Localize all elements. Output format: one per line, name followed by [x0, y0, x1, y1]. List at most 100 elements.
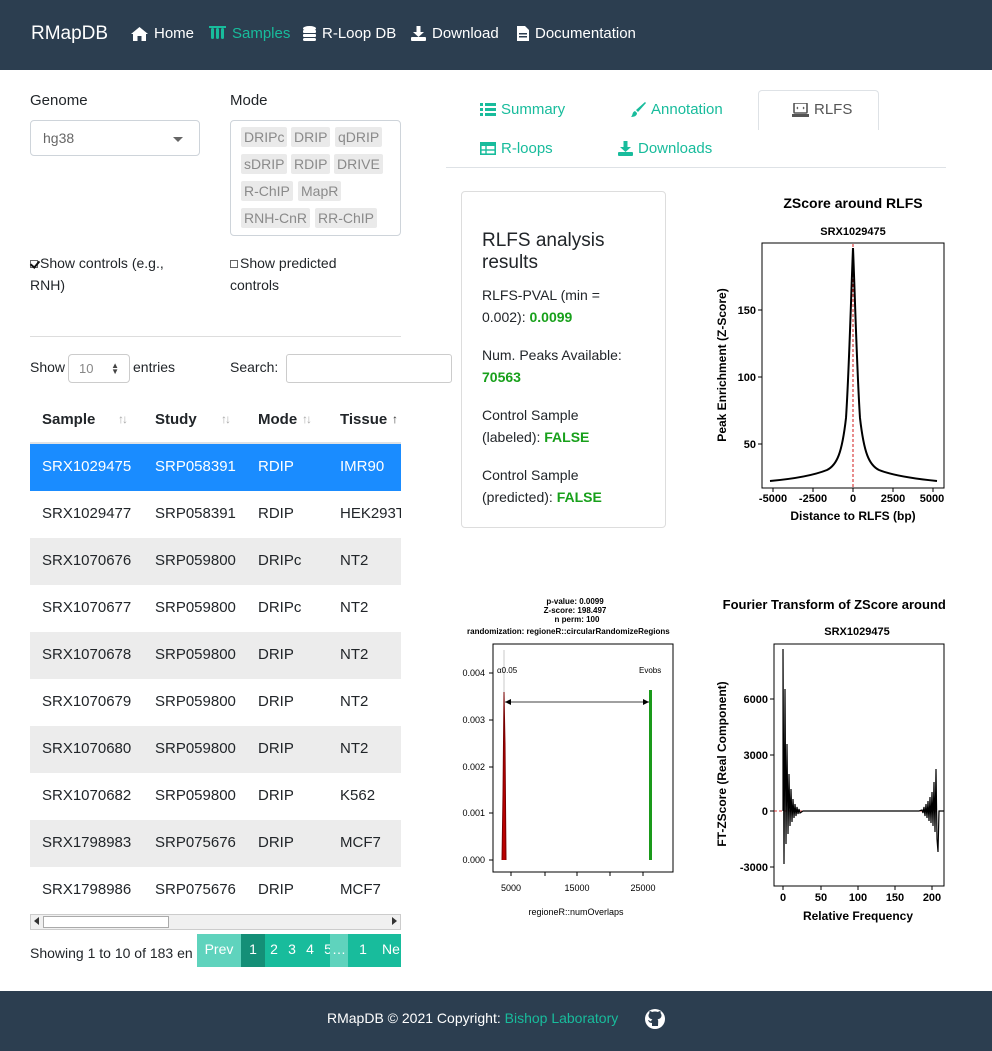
- fourier-xticks: 0 50 100 150 200: [780, 886, 941, 904]
- mode-chip[interactable]: qDRIP: [335, 127, 383, 147]
- cell-study: SRP059800: [155, 740, 236, 757]
- page-length-select[interactable]: 10 ▲ ▼: [68, 354, 130, 383]
- show-controls-checkbox[interactable]: Show controls (e.g., RNH): [30, 252, 164, 296]
- zscore-curve: [769, 247, 938, 482]
- github-icon[interactable]: [645, 1009, 665, 1029]
- table-row[interactable]: SRX1070678 SRP059800 DRIP NT2: [30, 632, 401, 679]
- flask-icon: [209, 26, 226, 39]
- tab-downloads[interactable]: Downloads: [618, 140, 712, 157]
- table-row[interactable]: SRX1070682 SRP059800 DRIP K562: [30, 773, 401, 820]
- cell-study: SRP058391: [155, 458, 236, 475]
- page-button[interactable]: 3: [283, 934, 301, 967]
- tab-rloops[interactable]: R-loops: [480, 140, 553, 157]
- perm-nperm: n perm: 100: [555, 615, 600, 624]
- navbar: RMapDB Home Samples R-Loop DB Download D…: [0, 0, 992, 70]
- page-button[interactable]: 2: [265, 934, 283, 967]
- show-controls-label-2: RNH): [30, 277, 65, 293]
- home-icon: [131, 26, 148, 41]
- zscore-xticks: -5000 -2500 0 2500 5000: [759, 488, 944, 505]
- prev-button[interactable]: Prev: [197, 934, 241, 967]
- fourier-xlabel: Relative Frequency: [803, 909, 913, 923]
- mode-multiselect[interactable]: DRIPc DRIP qDRIP sDRIP RDIP DRIVE R-ChIP…: [230, 120, 401, 236]
- cell-sample: SRX1029477: [42, 505, 132, 522]
- ev-label: Evobs: [639, 666, 661, 675]
- mode-chip[interactable]: DRIPc: [241, 127, 288, 147]
- cell-tissue: MCF7: [340, 834, 381, 851]
- next-button[interactable]: Ne: [374, 934, 401, 967]
- length-entries-label: entries: [133, 359, 176, 375]
- download-icon: [411, 26, 426, 41]
- table-row[interactable]: SRX1070680 SRP059800 DRIP NT2: [30, 726, 401, 773]
- sort-icon[interactable]: ↑↓: [221, 412, 231, 426]
- lab-link[interactable]: Bishop Laboratory: [505, 1010, 619, 1026]
- cell-study: SRP059800: [155, 787, 236, 804]
- x-tick: 0: [850, 493, 856, 505]
- database-icon: [303, 26, 316, 41]
- x-tick: 2500: [881, 493, 905, 505]
- mode-chip[interactable]: MapR: [298, 181, 342, 201]
- tab-rlfs-label: RLFS: [814, 101, 853, 118]
- fourier-curve: [782, 648, 944, 865]
- tab-rlfs[interactable]: RLFS: [792, 101, 852, 118]
- y-tick: 0: [762, 806, 768, 818]
- sort-icon[interactable]: ↑↓: [118, 412, 128, 426]
- page-button-active[interactable]: 1: [241, 934, 265, 967]
- table-row[interactable]: SRX1798983 SRP075676 DRIP MCF7: [30, 820, 401, 867]
- y-tick: 3000: [744, 750, 768, 762]
- mode-chip[interactable]: DRIVE: [334, 154, 383, 174]
- cell-study: SRP059800: [155, 599, 236, 616]
- mode-chip[interactable]: RNH-CnR: [241, 208, 310, 228]
- download-icon: [618, 141, 633, 156]
- table-row[interactable]: SRX1029475 SRP058391 RDIP IMR90: [30, 444, 401, 491]
- cell-mode: RDIP: [258, 458, 294, 475]
- scroll-left-icon[interactable]: [34, 917, 39, 925]
- nav-samples[interactable]: Samples: [209, 25, 290, 42]
- tab-annotation[interactable]: Annotation: [631, 101, 723, 118]
- zscore-ylabel: Peak Enrichment (Z-Score): [715, 288, 729, 441]
- page-button[interactable]: 4: [301, 934, 319, 967]
- mode-chip[interactable]: RDIP: [291, 154, 331, 174]
- table-row[interactable]: SRX1798986 SRP075676 DRIP MCF7: [30, 867, 401, 914]
- tab-summary[interactable]: Summary: [480, 101, 565, 118]
- horizontal-scrollbar[interactable]: [30, 914, 401, 930]
- brand-logo[interactable]: RMapDB: [31, 23, 108, 45]
- y-tick: 150: [738, 305, 756, 317]
- mode-chip[interactable]: RR-ChIP: [315, 208, 378, 228]
- scroll-thumb[interactable]: [43, 916, 169, 928]
- rlfs-pval-label-1: RLFS-PVAL (min =: [482, 287, 600, 303]
- table-row[interactable]: SRX1070677 SRP059800 DRIPc NT2: [30, 585, 401, 632]
- mode-chip[interactable]: sDRIP: [241, 154, 288, 174]
- nav-rloop-db[interactable]: R-Loop DB: [303, 25, 396, 42]
- col-header-tissue[interactable]: Tissue: [340, 396, 388, 444]
- cell-sample: SRX1070679: [42, 693, 132, 710]
- col-header-study[interactable]: Study: [155, 396, 197, 444]
- permutation-plot: p-value: 0.0099 Z-score: 198.497 n perm:…: [455, 594, 685, 924]
- x-tick: 50: [815, 892, 827, 904]
- table-row[interactable]: SRX1029477 SRP058391 RDIP HEK293T: [30, 491, 401, 538]
- scroll-right-icon[interactable]: [392, 917, 397, 925]
- tab-summary-label: Summary: [501, 101, 566, 118]
- cell-mode: DRIP: [258, 881, 294, 898]
- sort-asc-icon[interactable]: ↑: [392, 412, 398, 426]
- show-predicted-checkbox[interactable]: Show predicted controls: [230, 252, 337, 296]
- col-header-mode[interactable]: Mode: [258, 396, 298, 444]
- table-row[interactable]: SRX1070679 SRP059800 DRIP NT2: [30, 679, 401, 726]
- x-tick: 5000: [501, 883, 521, 893]
- checkbox-checked-icon[interactable]: [30, 260, 38, 269]
- table-row[interactable]: SRX1070676 SRP059800 DRIPc NT2: [30, 538, 401, 585]
- cell-tissue: IMR90: [340, 458, 385, 475]
- search-input[interactable]: [286, 354, 452, 383]
- checkbox-icon[interactable]: [230, 260, 238, 269]
- mode-chip[interactable]: R-ChIP: [241, 181, 293, 201]
- fourier-plot: Fourier Transform of ZScore around RLFS …: [711, 594, 946, 930]
- nav-home[interactable]: Home: [131, 25, 194, 42]
- genome-select[interactable]: hg38: [30, 120, 200, 156]
- nav-download[interactable]: Download: [411, 25, 499, 42]
- control-predicted-label-1: Control Sample: [482, 467, 579, 483]
- nav-documentation[interactable]: Documentation: [517, 25, 636, 42]
- card-title-line2: results: [482, 252, 538, 273]
- mode-chip[interactable]: DRIP: [291, 127, 331, 147]
- sort-icon[interactable]: ↑↓: [302, 412, 312, 426]
- perm-distribution: [501, 691, 507, 861]
- col-header-sample[interactable]: Sample: [42, 396, 96, 444]
